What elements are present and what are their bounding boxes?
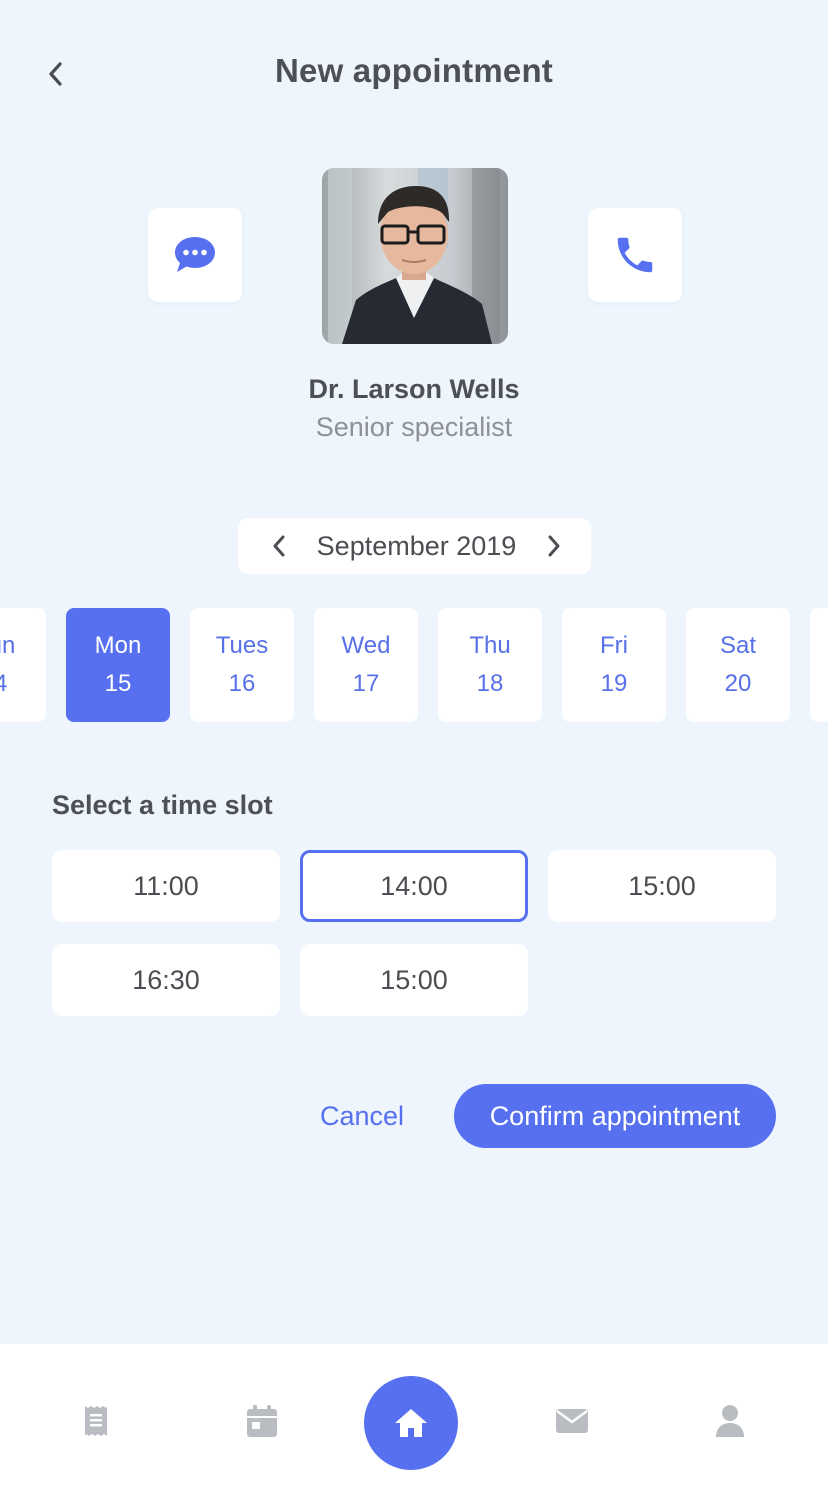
time-slot-selected[interactable]: 14:00 xyxy=(300,850,528,922)
day-number: 15 xyxy=(104,670,132,697)
doctor-name: Dr. Larson Wells xyxy=(308,374,520,404)
message-button[interactable] xyxy=(148,208,242,302)
bottom-nav xyxy=(0,1344,828,1498)
time-slot[interactable]: 15:00 xyxy=(548,850,776,922)
month-picker: September 2019 xyxy=(238,518,591,574)
cancel-button[interactable]: Cancel xyxy=(302,1084,422,1148)
nav-profile[interactable] xyxy=(680,1344,780,1498)
day-selector: Sun 14 Mon 15 Tues 16 Wed 17 Thu 18 Fri … xyxy=(0,608,828,722)
time-slot-label: 14:00 xyxy=(380,870,448,901)
header: New appointment xyxy=(0,0,828,150)
day-card-14[interactable]: Sun 14 xyxy=(0,608,46,722)
day-name: Tues xyxy=(215,632,269,659)
day-number: 16 xyxy=(228,670,256,697)
time-slot-title: Select a time slot xyxy=(52,790,273,820)
day-number: 18 xyxy=(476,670,504,697)
time-slot[interactable]: 16:30 xyxy=(52,944,280,1016)
profile-icon xyxy=(716,1405,744,1437)
day-card-15[interactable]: Mon 15 xyxy=(66,608,170,722)
nav-messages[interactable] xyxy=(522,1344,622,1498)
next-month-button[interactable] xyxy=(539,531,569,561)
day-name: Fri xyxy=(600,632,628,659)
time-slot-label: 16:30 xyxy=(132,964,200,995)
phone-icon xyxy=(617,237,653,273)
receipt-icon xyxy=(85,1406,107,1436)
confirm-appointment-button[interactable]: Confirm appointment xyxy=(454,1084,776,1148)
doctor-role: Senior specialist xyxy=(315,412,513,442)
nav-home[interactable] xyxy=(364,1376,458,1470)
nav-receipts[interactable] xyxy=(46,1344,146,1498)
day-number: 17 xyxy=(352,670,380,697)
day-card-21[interactable] xyxy=(810,608,828,722)
doctor-avatar xyxy=(322,168,508,344)
day-card-17[interactable]: Wed 17 xyxy=(314,608,418,722)
calendar-icon xyxy=(247,1405,277,1437)
day-card-18[interactable]: Thu 18 xyxy=(438,608,542,722)
nav-calendar[interactable] xyxy=(212,1344,312,1498)
mail-icon xyxy=(556,1409,588,1433)
prev-month-button[interactable] xyxy=(264,531,294,561)
day-name: Wed xyxy=(341,632,391,659)
month-label: September 2019 xyxy=(316,530,517,561)
time-slot-label: 15:00 xyxy=(628,870,696,901)
call-button[interactable] xyxy=(588,208,682,302)
chevron-left-icon xyxy=(273,535,285,557)
day-name: Sun xyxy=(0,632,16,659)
day-card-19[interactable]: Fri 19 xyxy=(562,608,666,722)
day-name: Sat xyxy=(719,632,757,659)
page-title: New appointment xyxy=(274,52,553,89)
day-number: 19 xyxy=(600,670,628,697)
day-number: 14 xyxy=(0,670,8,697)
time-slot-label: 15:00 xyxy=(380,964,448,995)
day-number: 20 xyxy=(724,670,752,697)
time-slot[interactable]: 11:00 xyxy=(52,850,280,922)
home-icon xyxy=(395,1409,427,1437)
time-slot-label: 11:00 xyxy=(133,870,199,901)
day-card-16[interactable]: Tues 16 xyxy=(190,608,294,722)
day-name: Thu xyxy=(469,632,511,659)
chat-bubble-icon xyxy=(175,237,215,272)
time-slot[interactable]: 15:00 xyxy=(300,944,528,1016)
chevron-right-icon xyxy=(548,535,560,557)
day-card-20[interactable]: Sat 20 xyxy=(686,608,790,722)
day-name: Mon xyxy=(94,632,142,659)
